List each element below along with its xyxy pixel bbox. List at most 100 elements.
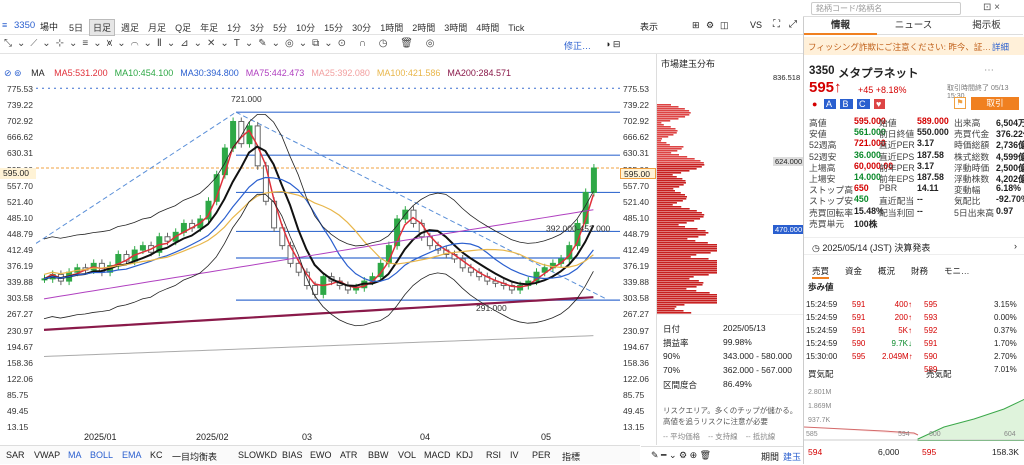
modify-link[interactable]: 修正… — [564, 39, 591, 52]
panel-tab-1[interactable]: ニュース — [877, 17, 950, 35]
profile-bar — [657, 196, 688, 198]
indicator-17[interactable]: PER — [532, 448, 551, 462]
timeframe-13[interactable]: 2時間 — [409, 20, 438, 35]
profile-bar — [657, 218, 701, 220]
indicator-1[interactable]: VWAP — [34, 448, 60, 462]
profile-p1: 624.000 — [773, 157, 805, 166]
alert-link[interactable]: 詳細 — [992, 41, 1009, 53]
timeframe-9[interactable]: 10分 — [293, 20, 318, 35]
alarm-icon[interactable]: ⚑ — [954, 97, 966, 109]
more-icon[interactable]: ⋯ — [984, 65, 994, 76]
indicator-18[interactable]: 指標 — [562, 448, 580, 465]
ma-label[interactable]: MA — [31, 68, 45, 78]
timeframe-12[interactable]: 1時間 — [377, 20, 406, 35]
stat-value: 14.11 — [917, 183, 939, 194]
indicator-14[interactable]: KDJ — [456, 448, 473, 462]
settings-icon[interactable]: ⚙ — [706, 20, 714, 31]
book-pct: 3.15% — [994, 300, 1017, 309]
depth-price: 604 — [1004, 431, 1016, 438]
candle — [410, 209, 417, 224]
vs-button[interactable]: VS — [750, 20, 762, 30]
indicator-0[interactable]: SAR — [6, 448, 25, 462]
subtab-2[interactable]: 概況 — [878, 265, 895, 277]
timeframe-1[interactable]: 日足 — [89, 19, 116, 36]
profile-bar — [657, 302, 717, 304]
timeframe-6[interactable]: 1分 — [224, 20, 244, 35]
profile-bar — [657, 238, 688, 240]
search-input[interactable]: 銘柄コード/銘柄名 — [811, 2, 961, 15]
profile-bar — [657, 172, 682, 174]
profile-bar — [657, 180, 686, 182]
subtab-0[interactable]: 売買 — [812, 265, 830, 279]
axis-tick: 122.06 — [623, 373, 649, 384]
depth-price: 600 — [929, 431, 941, 438]
indicator-10[interactable]: ATR — [340, 448, 357, 462]
timeframe-15[interactable]: 4時間 — [473, 20, 502, 35]
toggle-icon[interactable]: ⊘ ⊚ — [4, 68, 22, 78]
indicator-7[interactable]: SLOWKD — [238, 448, 277, 462]
indicator-12[interactable]: VOL — [398, 448, 416, 462]
display-menu[interactable]: 表示 — [640, 20, 658, 33]
month-label: 05 — [541, 432, 552, 442]
candle — [139, 245, 146, 251]
indicator-8[interactable]: BIAS — [282, 448, 303, 462]
symbol-code[interactable]: 3350 — [14, 20, 35, 31]
profile-bar — [657, 192, 681, 194]
timeframe-11[interactable]: 30分 — [349, 20, 374, 35]
indicator-3[interactable]: BOLL — [90, 448, 113, 462]
subtab-1[interactable]: 資金 — [845, 265, 862, 277]
camera-icon[interactable]: ◫ — [720, 20, 729, 31]
trade-button[interactable]: 取引 — [971, 97, 1019, 110]
profile-bar — [657, 252, 711, 254]
indicator-6[interactable]: 一目均衡表 — [172, 448, 217, 465]
axis-tick: 49.45 — [623, 406, 645, 416]
profile-bar — [657, 148, 682, 150]
subtab-3[interactable]: 財務 — [911, 265, 928, 277]
timeframe-4[interactable]: Q足 — [172, 20, 194, 35]
profile-bar — [657, 112, 691, 114]
drawing-tools[interactable]: ⤡⌄⟋⌄⊹⌄≡⌄⩙⌄⌒⌄Ⅱ⌄⊿⌄✕⌄T⌄✎⌄◎⌄⧉⌄⊙ ∩ ◷ 🗑 ◎ — [4, 38, 439, 49]
indicator-4[interactable]: EMA — [122, 448, 142, 462]
timeframe-5[interactable]: 年足 — [197, 20, 221, 35]
profile-row-value: 343.000 - 580.000 — [723, 351, 793, 361]
window-controls[interactable]: ⊡ × — [983, 2, 1000, 13]
layout-icon[interactable]: ⊞ — [692, 20, 700, 31]
axis-tick: 702.92 — [623, 116, 649, 127]
tick-time: 15:24:59 — [806, 313, 838, 322]
timeframe-10[interactable]: 15分 — [321, 20, 346, 35]
indicator-13[interactable]: MACD — [424, 448, 451, 462]
menu-icon[interactable]: ≡ — [2, 20, 7, 30]
indicator-11[interactable]: BBW — [368, 448, 389, 462]
subtab-4[interactable]: モニ… — [944, 265, 970, 277]
timeframe-16[interactable]: Tick — [505, 22, 527, 34]
candle — [590, 167, 597, 193]
period-value[interactable]: 建玉 — [783, 450, 801, 463]
indicator-2[interactable]: MA — [68, 448, 82, 462]
timeframe-3[interactable]: 月足 — [145, 20, 169, 35]
chart-tools-icon[interactable]: ◑ ⊟ — [605, 39, 620, 50]
event-notice[interactable]: ◷ 2025/05/14 (JST) 決算発表 › — [804, 237, 1024, 255]
indicator-15[interactable]: RSI — [486, 448, 501, 462]
alert-banner[interactable]: フィッシング詐欺にご注意ください: 昨今、証… 詳細 — [804, 37, 1024, 55]
timeframe-8[interactable]: 5分 — [270, 20, 290, 35]
timeframe-2[interactable]: 週足 — [118, 20, 142, 35]
profile-bar — [657, 166, 702, 168]
profile-legend: -- 平均価格 -- 支持線 -- 抵抗線 — [663, 431, 783, 442]
axis-tick: 49.45 — [7, 406, 29, 416]
drawing-pen-icon[interactable]: ✎ ━ ⌄ ⚙ ⊕ 🗑 — [651, 450, 711, 461]
timeframe-7[interactable]: 3分 — [247, 20, 267, 35]
timeframe-14[interactable]: 3時間 — [441, 20, 470, 35]
indicator-9[interactable]: EWO — [310, 448, 332, 462]
axis-tick: 702.92 — [7, 116, 33, 127]
indicator-5[interactable]: KC — [150, 448, 163, 462]
indicator-16[interactable]: IV — [510, 448, 519, 462]
depth-volume: 937.7K — [808, 417, 831, 424]
panel-tab-0[interactable]: 情報 — [804, 17, 877, 35]
panel-tab-2[interactable]: 掲示板 — [950, 17, 1023, 35]
timeframe-0[interactable]: 5日 — [66, 20, 86, 35]
candlestick-chart[interactable]: 721.000 291.000 392.000-452.000 — [36, 80, 620, 430]
stat-value: -- — [917, 194, 923, 205]
profile-top: 836.518 — [773, 73, 801, 82]
fullscreen-icon[interactable]: ⤢ — [789, 19, 797, 30]
expand-icon[interactable]: ⛶ — [773, 19, 780, 30]
